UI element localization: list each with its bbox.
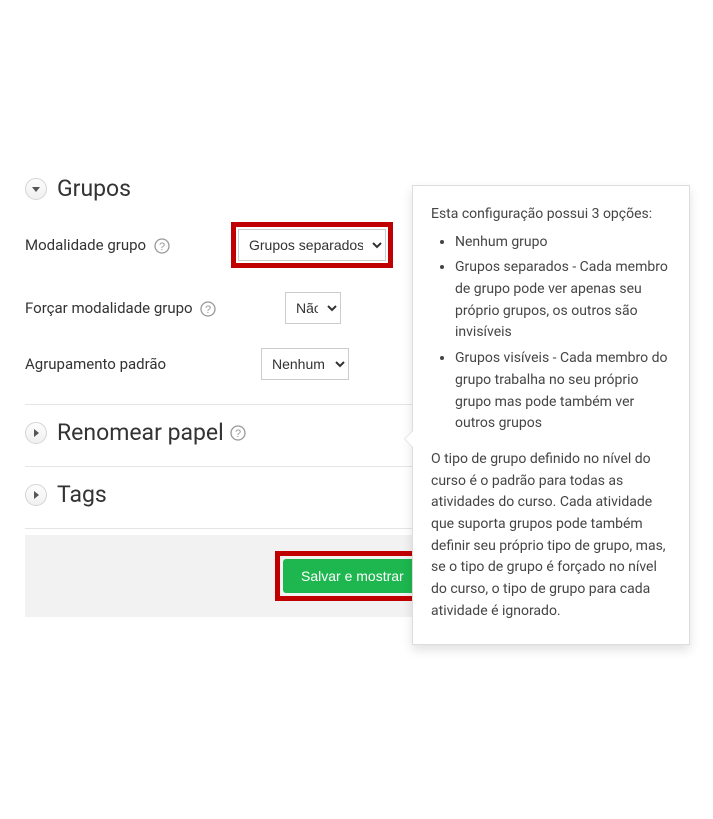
expand-icon[interactable]: [25, 484, 47, 506]
help-icon[interactable]: ?: [230, 425, 246, 441]
tooltip-intro: Esta configuração possui 3 opções:: [431, 204, 671, 226]
highlight-modalidade: Grupos separados: [231, 222, 393, 268]
label-forcar-modalidade: Forçar modalidade grupo: [25, 299, 193, 317]
tooltip-arrow-icon: [404, 430, 413, 448]
select-agrupamento-padrao[interactable]: Nenhum: [261, 348, 349, 380]
tooltip-options-list: Nenhum grupo Grupos separados - Cada mem…: [455, 232, 671, 435]
help-icon[interactable]: ?: [154, 238, 170, 254]
tooltip-option: Nenhum grupo: [455, 232, 671, 254]
section-title-grupos: Grupos: [57, 175, 131, 202]
svg-text:?: ?: [159, 241, 165, 253]
select-modalidade-grupo[interactable]: Grupos separados: [238, 229, 386, 261]
save-button[interactable]: Salvar e mostrar: [283, 559, 422, 593]
tooltip-paragraph: O tipo de grupo definido no nível do cur…: [431, 449, 671, 623]
svg-text:?: ?: [235, 428, 241, 440]
tooltip-option: Grupos visíveis - Cada membro do grupo t…: [455, 348, 671, 435]
tooltip-option: Grupos separados - Cada membro de grupo …: [455, 257, 671, 344]
svg-text:?: ?: [205, 304, 211, 316]
select-forcar-modalidade[interactable]: Não: [285, 292, 341, 324]
section-title-tags: Tags: [57, 481, 107, 508]
expand-icon[interactable]: [25, 422, 47, 444]
highlight-save: Salvar e mostrar: [275, 551, 430, 601]
help-tooltip: Esta configuração possui 3 opções: Nenhu…: [412, 185, 690, 645]
help-icon[interactable]: ?: [200, 301, 216, 317]
label-modalidade-grupo: Modalidade grupo: [25, 236, 146, 254]
section-title-renomear: Renomear papel: [57, 419, 224, 446]
collapse-icon[interactable]: [25, 178, 47, 200]
label-agrupamento-padrao: Agrupamento padrão: [25, 355, 166, 373]
